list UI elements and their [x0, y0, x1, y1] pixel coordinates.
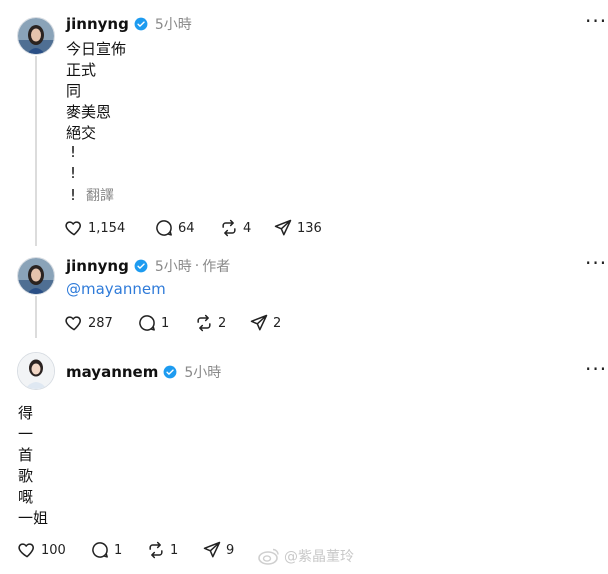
repost-count: 4	[243, 220, 252, 236]
post-header: jinnyng 5小時 · 作者	[66, 256, 230, 276]
thread-line	[35, 296, 37, 338]
repost-icon	[197, 314, 211, 332]
comment-count: 1	[114, 542, 123, 558]
like-button[interactable]: 100	[17, 540, 66, 560]
heart-icon	[18, 543, 34, 558]
like-count: 100	[41, 542, 66, 558]
post-text-line: 正式	[66, 61, 97, 79]
comment-icon	[139, 315, 155, 331]
more-icon[interactable]: ···	[585, 359, 607, 379]
post-text-line: 一	[18, 425, 34, 443]
post-text-line: 同	[66, 82, 82, 100]
share-count: 9	[226, 542, 235, 558]
post-header: jinnyng 5小時	[66, 14, 192, 34]
watermark: @紫晶菫玲	[258, 546, 354, 566]
share-icon	[274, 219, 292, 236]
repost-icon	[149, 541, 163, 559]
verified-badge-icon	[163, 365, 177, 379]
comment-icon	[156, 220, 172, 236]
repost-icon	[222, 219, 236, 237]
username[interactable]: mayannem	[66, 363, 158, 381]
comment-count: 1	[161, 315, 170, 331]
mention-link[interactable]: @mayannem	[66, 280, 166, 298]
like-button[interactable]: 287	[64, 313, 113, 333]
avatar[interactable]	[17, 257, 55, 295]
share-button[interactable]: 9	[202, 540, 234, 560]
post-text-line: 首	[18, 446, 34, 464]
heart-icon	[65, 316, 81, 331]
post-text-line: 一姐	[18, 509, 49, 527]
post-text-line: 得	[18, 404, 34, 422]
post-text-line: ! 翻譯	[70, 185, 114, 205]
share-count: 2	[273, 315, 282, 331]
like-count: 1,154	[88, 220, 126, 236]
share-count: 136	[297, 220, 322, 236]
repost-button[interactable]: 1	[146, 540, 178, 560]
author-tag: 作者	[202, 259, 231, 275]
repost-button[interactable]: 2	[194, 313, 226, 333]
more-icon[interactable]: ···	[585, 253, 607, 273]
like-button[interactable]: 1,154	[64, 218, 125, 238]
avatar[interactable]	[17, 352, 55, 390]
comment-icon	[92, 542, 108, 558]
post-text-line: 絕交	[66, 124, 97, 142]
repost-count: 2	[218, 315, 227, 331]
post-time: 5小時	[154, 17, 192, 33]
thread-line	[35, 56, 37, 246]
heart-icon	[65, 221, 81, 236]
share-button[interactable]: 2	[249, 313, 281, 333]
post-text-line: !	[70, 143, 77, 161]
post-time: 5小時	[184, 365, 222, 381]
post-time: 5小時	[154, 259, 192, 275]
post-header: mayannem 5小時	[66, 362, 221, 382]
post-text-line: 今日宣佈	[66, 40, 127, 58]
repost-button[interactable]: 4	[219, 218, 251, 238]
username[interactable]: jinnyng	[66, 15, 129, 33]
comment-count: 64	[178, 220, 195, 236]
comment-button[interactable]: 1	[137, 313, 169, 333]
post-text-line: 麥美恩	[66, 103, 112, 121]
post-text-line: !	[70, 186, 77, 204]
username[interactable]: jinnyng	[66, 257, 129, 275]
more-icon[interactable]: ···	[585, 11, 607, 31]
weibo-icon	[258, 548, 279, 565]
post-text-line: 嘅	[18, 488, 34, 506]
verified-badge-icon	[134, 17, 148, 31]
post-text-line: 歌	[18, 467, 34, 485]
comment-button[interactable]: 1	[90, 540, 122, 560]
like-count: 287	[88, 315, 113, 331]
meta-separator: ·	[194, 258, 200, 274]
watermark-text: @紫晶菫玲	[284, 549, 354, 565]
post-text-line: !	[70, 164, 77, 182]
translate-link[interactable]: 翻譯	[86, 188, 114, 204]
share-button[interactable]: 136	[273, 218, 322, 238]
share-icon	[250, 314, 268, 331]
verified-badge-icon	[134, 259, 148, 273]
share-icon	[203, 541, 221, 558]
comment-button[interactable]: 64	[154, 218, 195, 238]
repost-count: 1	[170, 542, 179, 558]
avatar[interactable]	[17, 17, 55, 55]
